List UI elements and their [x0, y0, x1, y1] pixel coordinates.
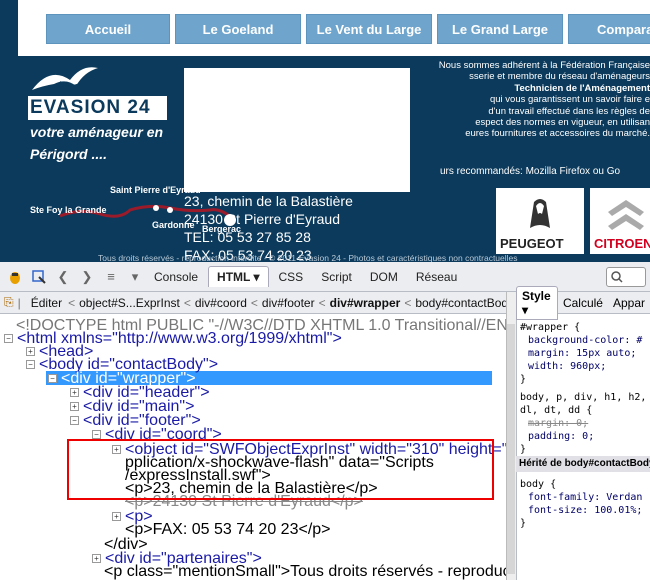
- menu-list-icon[interactable]: ≡: [102, 268, 120, 286]
- peugeot-partner-logo[interactable]: PEUGEOT: [496, 188, 584, 254]
- search-icon: [611, 271, 623, 283]
- tab-console[interactable]: Console: [146, 267, 206, 287]
- flash-object-placeholder: [184, 68, 410, 192]
- css-property[interactable]: margin: 15px auto;: [528, 347, 636, 360]
- css-selector[interactable]: dl, dt, dd {: [520, 404, 592, 417]
- peugeot-label: PEUGEOT: [500, 236, 564, 251]
- crumb-div-coord[interactable]: div#coord: [191, 296, 251, 310]
- intro-line: d'un travail effectué dans les règles de: [488, 105, 650, 117]
- site-navigation: Accueil Le Goeland Le Vent du Large Le G…: [18, 0, 650, 52]
- citroen-chevrons-icon: [608, 200, 644, 230]
- search-input[interactable]: [606, 267, 646, 287]
- intro-line: sserie et membre du réseau d'aménageurs: [469, 71, 650, 83]
- css-property-overridden[interactable]: margin: 0;: [528, 417, 588, 430]
- tab-calcule[interactable]: Calculé: [558, 294, 608, 312]
- slogan-line-2: Périgord ....: [30, 146, 108, 162]
- css-brace: }: [520, 374, 527, 385]
- collapse-icon[interactable]: −: [92, 430, 101, 440]
- expand-icon[interactable]: +: [112, 512, 121, 522]
- expand-icon[interactable]: +: [92, 554, 101, 564]
- intro-line: espect des normes en vigueur, en utilisa…: [475, 117, 650, 129]
- css-property[interactable]: font-family: Verdan: [528, 491, 642, 504]
- css-selector[interactable]: body, p, div, h1, h2, h: [520, 391, 650, 404]
- css-brace: }: [520, 444, 527, 455]
- intro-text: Nous sommes adhérent à la Fédération Fra…: [412, 60, 650, 140]
- phone-number: TEL: 05 53 27 85 28: [184, 229, 311, 245]
- expand-icon[interactable]: +: [26, 347, 35, 357]
- expand-icon[interactable]: +: [70, 388, 79, 398]
- tab-dom[interactable]: DOM: [362, 267, 406, 287]
- crumb-object[interactable]: object#S...ExprInst: [75, 296, 184, 310]
- annotation-highlight-box: [67, 439, 494, 500]
- breadcrumb: ⎘ | Éditer < object#S...ExprInst < div#c…: [0, 292, 512, 314]
- intro-line: qui vous garantissent un savoir faire e: [489, 94, 650, 106]
- css-property[interactable]: font-size: 100.01%;: [528, 504, 642, 517]
- inspect-element-icon[interactable]: [30, 268, 48, 286]
- nav-le-grand-large[interactable]: Le Grand Large: [437, 14, 563, 44]
- nav-comparatif[interactable]: Compara: [568, 14, 650, 44]
- css-property[interactable]: padding: 0;: [528, 430, 594, 443]
- recommended-browsers: urs recommandés: Mozilla Firefox ou Go: [440, 166, 621, 177]
- citroen-partner-logo[interactable]: CITROEN: [590, 188, 650, 254]
- tab-apparence[interactable]: Appar: [608, 294, 650, 312]
- edit-button[interactable]: Éditer: [25, 294, 68, 312]
- page-left-background: [0, 0, 18, 262]
- tab-html[interactable]: HTML ▾: [208, 266, 269, 287]
- tab-reseau[interactable]: Réseau: [408, 267, 465, 287]
- tab-script[interactable]: Script: [313, 267, 360, 287]
- nav-accueil[interactable]: Accueil: [46, 14, 170, 44]
- tab-css[interactable]: CSS: [271, 267, 312, 287]
- back-arrow-icon[interactable]: ❮: [54, 268, 72, 286]
- scrollbar-thumb[interactable]: [507, 324, 515, 574]
- slogan-line-1: votre aménageur en: [30, 124, 164, 140]
- map-label-ste-foy: Ste Foy la Grande: [30, 205, 107, 215]
- crumb-div-wrapper[interactable]: div#wrapper: [326, 296, 405, 310]
- css-property[interactable]: width: 960px;: [528, 360, 606, 373]
- inherited-from-header[interactable]: Hérité de body#contactBody: [516, 456, 650, 472]
- tree-node-p-fax[interactable]: <p>FAX: 05 53 74 20 23</p>: [125, 522, 331, 538]
- crumb-body[interactable]: body#contactBody: [411, 296, 512, 310]
- intro-line: eures fournitures et accessoires du marc…: [465, 128, 650, 140]
- nav-le-goeland[interactable]: Le Goeland: [175, 14, 301, 44]
- css-selector[interactable]: body {: [520, 478, 556, 491]
- css-brace: }: [520, 518, 527, 529]
- intro-line: Technicien de l'Aménagement: [514, 82, 650, 94]
- crumb-div-footer[interactable]: div#footer: [258, 296, 319, 310]
- collapse-icon[interactable]: −: [4, 334, 13, 344]
- collapse-icon[interactable]: −: [70, 416, 79, 426]
- intro-line: Nous sommes adhérent à la Fédération Fra…: [438, 60, 650, 71]
- peugeot-lion-icon: [530, 199, 550, 228]
- firebug-bug-icon[interactable]: [6, 268, 24, 286]
- citroen-label: CITROEN: [594, 236, 650, 251]
- dropdown-icon[interactable]: ▾: [126, 268, 144, 286]
- nav-le-vent-du-large[interactable]: Le Vent du Large: [306, 14, 432, 44]
- css-selector[interactable]: #wrapper {: [520, 321, 580, 334]
- tree-node-mention[interactable]: <p class="mentionSmall">Tous droits rése…: [104, 564, 536, 580]
- logo-text: EVASION 24: [30, 97, 151, 118]
- collapse-icon[interactable]: −: [48, 374, 57, 384]
- breadcrumb-toggle-icon[interactable]: ⎘: [0, 295, 18, 310]
- style-panel-tabs: Style ▾ Calculé Appar: [516, 285, 650, 320]
- seagull-logo-icon: [32, 67, 98, 90]
- expand-icon[interactable]: +: [70, 402, 79, 412]
- collapse-icon[interactable]: −: [26, 360, 35, 370]
- tab-style[interactable]: Style ▾: [516, 285, 558, 320]
- address-line-1: 23, chemin de la Balastière: [184, 193, 353, 209]
- address-line-2: 24130 St Pierre d'Eyraud: [184, 211, 340, 227]
- css-property[interactable]: background-color: #: [528, 334, 642, 347]
- forward-arrow-icon[interactable]: ❯: [78, 268, 96, 286]
